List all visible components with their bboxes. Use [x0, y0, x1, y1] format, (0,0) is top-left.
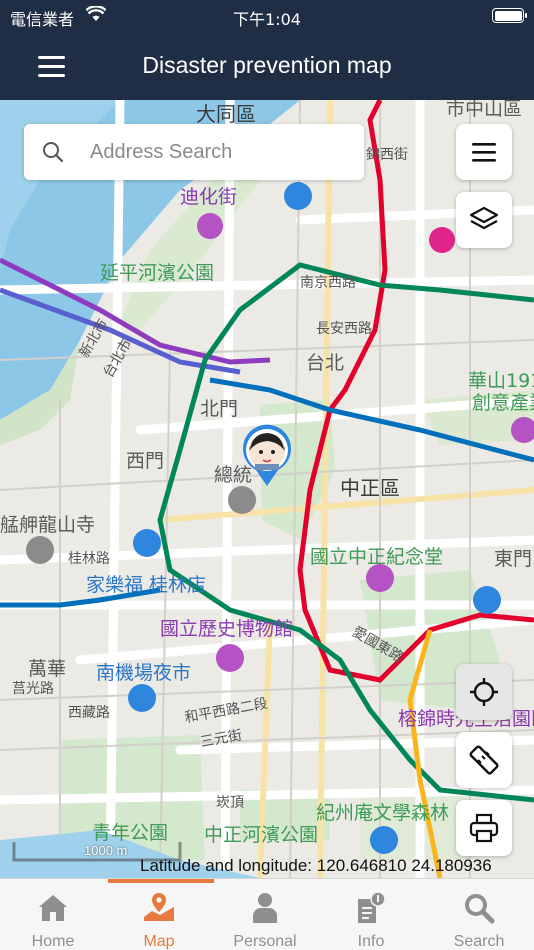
tab-info[interactable]: Info [318, 887, 424, 950]
battery-icon [492, 8, 527, 23]
map-label: 延平河濱公園 [100, 262, 215, 284]
layers-button[interactable] [456, 192, 512, 248]
layers-icon [469, 206, 499, 230]
map-label: 家樂福 桂林店 [86, 574, 207, 596]
tab-info-label: Info [357, 933, 385, 950]
map-label: 錦西街 [366, 147, 408, 163]
map-label: 大同區 [196, 102, 256, 126]
nav-bar: Disaster prevention map [0, 32, 534, 100]
page-title: Disaster prevention map [142, 52, 392, 78]
user-location-avatar[interactable] [240, 424, 294, 488]
tab-map[interactable]: Map [106, 887, 212, 950]
disaster-map[interactable]: 大同區 市中山區 迪化街 延平河濱公園 南京西路 長安西路 錦西街 台北 北門 … [0, 100, 534, 878]
map-label: 中正區 [340, 476, 400, 500]
scale-label: 1000 m [84, 843, 128, 858]
ruler-icon [469, 745, 499, 775]
map-label: 中正河濱公園 [204, 824, 319, 846]
map-label: 南京西路 [300, 275, 356, 291]
map-label: 莒光路 [12, 681, 54, 697]
crosshair-icon [470, 678, 498, 706]
tab-home[interactable]: Home [0, 887, 106, 950]
map-label: 艋舺龍山寺 [0, 514, 96, 536]
print-button[interactable] [456, 800, 512, 856]
layer-list-button[interactable] [456, 124, 512, 180]
map-icon [144, 893, 174, 921]
map-label: 崁頂 [216, 795, 244, 811]
locate-me-button[interactable] [456, 664, 512, 720]
map-label: 台北 [306, 352, 345, 374]
tab-personal-label: Personal [233, 933, 297, 950]
tab-map-label: Map [143, 933, 175, 950]
status-time: 下午1:04 [233, 10, 301, 29]
map-label: 西藏路 [68, 705, 110, 721]
measure-button[interactable] [456, 732, 512, 788]
coordinates-prefix: Latitude and longitude: [140, 856, 313, 875]
status-bar: 電信業者 下午1:04 [0, 0, 534, 32]
info-icon [358, 891, 386, 923]
coordinates-value: 120.646810 24.180936 [316, 856, 492, 875]
map-label: 市中山區 [446, 100, 523, 120]
map-label: 西門 [126, 450, 165, 472]
map-label: 北門 [200, 398, 239, 420]
active-tab-indicator [108, 879, 214, 883]
map-base-layer [0, 100, 534, 878]
map-label: 東門 [494, 548, 533, 570]
map-label: 南機場夜市 [96, 662, 192, 684]
person-icon [253, 893, 277, 923]
map-label: 迪化街 [180, 186, 238, 208]
coordinates-readout: Latitude and longitude: 120.646810 24.18… [140, 856, 492, 876]
map-label: 萬華 [28, 658, 67, 680]
tab-personal[interactable]: Personal [212, 887, 318, 950]
map-label: 長安西路 [316, 321, 372, 337]
map-label: 紀州庵文學森林 [316, 802, 450, 824]
printer-icon [469, 813, 499, 843]
tab-search-label: Search [453, 933, 505, 950]
map-label: 創意產業 [472, 392, 534, 414]
tab-search[interactable]: Search [426, 887, 532, 950]
map-label: 桂林路 [68, 551, 110, 567]
address-search-bar[interactable] [24, 124, 364, 180]
address-search-input[interactable] [90, 134, 350, 170]
map-label: 國立歷史博物館 [160, 618, 294, 640]
search-icon [465, 894, 495, 924]
list-icon [472, 143, 496, 162]
bottom-tab-bar: Home Map Personal Info Search [0, 878, 534, 950]
tab-home-label: Home [31, 933, 75, 950]
search-icon [42, 141, 64, 168]
map-label: 國立中正紀念堂 [310, 546, 444, 568]
home-icon [39, 895, 67, 921]
